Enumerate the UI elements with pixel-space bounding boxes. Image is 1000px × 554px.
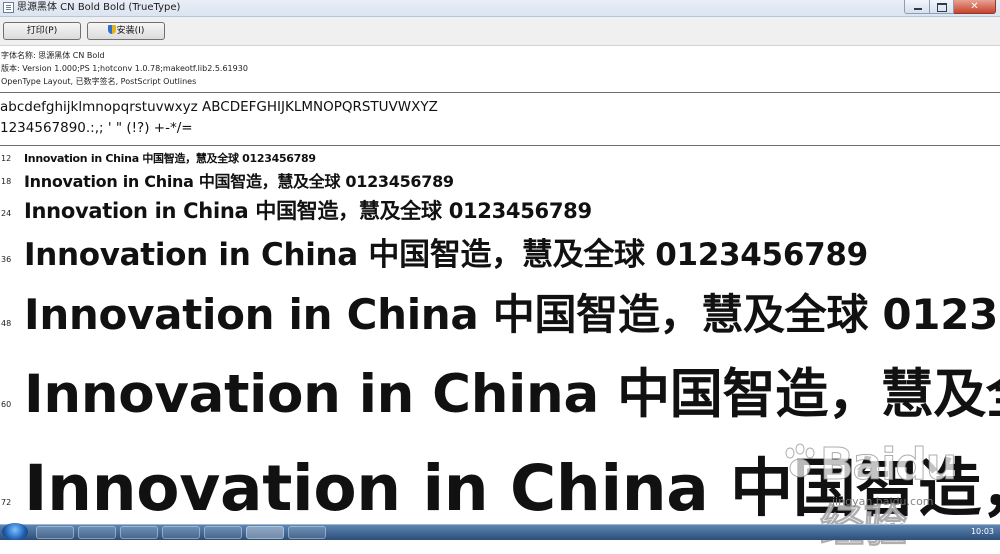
charset-letters: abcdefghijklmnopqrstuvwxyz ABCDEFGHIJKLM… <box>0 99 438 115</box>
font-file-icon <box>3 2 14 13</box>
sample-text: Innovation in China 中国智造，慧及全球 0123456789 <box>24 452 1000 524</box>
start-button[interactable] <box>2 523 28 540</box>
charset-digits-symbols: 1234567890.:,; ' " (!?) +-*/= <box>0 120 193 136</box>
sample-row-60: 60 Innovation in China 中国智造，慧及全球 0123456… <box>0 348 1000 428</box>
taskbar-item[interactable] <box>204 526 242 539</box>
sample-row-24: 24 Innovation in China 中国智造，慧及全球 0123456… <box>0 193 1000 227</box>
sample-text: Innovation in China 中国智造，慧及全球 0123456789 <box>24 290 1000 339</box>
sample-row-12: 12 Innovation in China 中国智造，慧及全球 0123456… <box>0 150 1000 167</box>
title-bar: 思源黑体 CN Bold Bold (TrueType) ✕ <box>0 0 1000 17</box>
uac-shield-icon <box>107 25 116 34</box>
font-info: 字体名称: 思源黑体 CN Bold 版本: Version 1.000;PS … <box>1 49 248 88</box>
divider <box>0 92 1000 93</box>
tray-clock[interactable]: 10:03 <box>971 525 994 539</box>
minimize-button[interactable] <box>904 0 930 14</box>
taskbar-item[interactable] <box>78 526 116 539</box>
size-label: 48 <box>1 319 12 328</box>
taskbar-item[interactable] <box>36 526 74 539</box>
version-line: 版本: Version 1.000;PS 1;hotconv 1.0.78;ma… <box>1 64 248 73</box>
taskbar-item[interactable] <box>162 526 200 539</box>
taskbar: 10:03 <box>0 523 1000 540</box>
toolbar: 打印(P) 安装(I) <box>0 17 1000 46</box>
sample-row-72: 72 Innovation in China 中国智造，慧及全球 0123456… <box>0 436 1000 524</box>
divider <box>0 145 1000 146</box>
taskbar-item-active[interactable] <box>246 526 284 539</box>
print-button-label: 打印(P) <box>26 26 58 36</box>
window-controls: ✕ <box>904 0 996 15</box>
sample-text: Innovation in China 中国智造，慧及全球 0123456789 <box>24 172 454 191</box>
sample-row-18: 18 Innovation in China 中国智造，慧及全球 0123456… <box>0 167 1000 193</box>
taskbar-item[interactable] <box>120 526 158 539</box>
sample-row-48: 48 Innovation in China 中国智造，慧及全球 0123456… <box>0 277 1000 343</box>
install-button-label: 安装(I) <box>116 26 145 36</box>
maximize-button[interactable] <box>930 0 954 14</box>
install-button[interactable]: 安装(I) <box>87 22 165 40</box>
close-button[interactable]: ✕ <box>954 0 996 14</box>
font-name-line: 字体名称: 思源黑体 CN Bold <box>1 51 105 60</box>
size-label: 18 <box>1 177 12 186</box>
print-button[interactable]: 打印(P) <box>3 22 81 40</box>
sample-text: Innovation in China 中国智造，慧及全球 0123456789 <box>24 364 1000 425</box>
taskbar-item[interactable] <box>288 526 326 539</box>
size-label: 36 <box>1 255 12 264</box>
sample-text: Innovation in China 中国智造，慧及全球 0123456789 <box>24 152 316 165</box>
size-label: 24 <box>1 209 12 218</box>
sample-text: Innovation in China 中国智造，慧及全球 0123456789 <box>24 237 868 273</box>
size-label: 12 <box>1 154 12 163</box>
close-icon: ✕ <box>970 1 979 12</box>
size-label: 60 <box>1 400 12 409</box>
window-title: 思源黑体 CN Bold Bold (TrueType) <box>17 2 181 13</box>
sample-text: Innovation in China 中国智造，慧及全球 0123456789 <box>24 199 592 223</box>
sample-row-36: 36 Innovation in China 中国智造，慧及全球 0123456… <box>0 227 1000 275</box>
features-line: OpenType Layout, 已数字签名, PostScript Outli… <box>1 77 197 86</box>
character-set: abcdefghijklmnopqrstuvwxyz ABCDEFGHIJKLM… <box>0 97 438 139</box>
size-label: 72 <box>1 498 12 507</box>
